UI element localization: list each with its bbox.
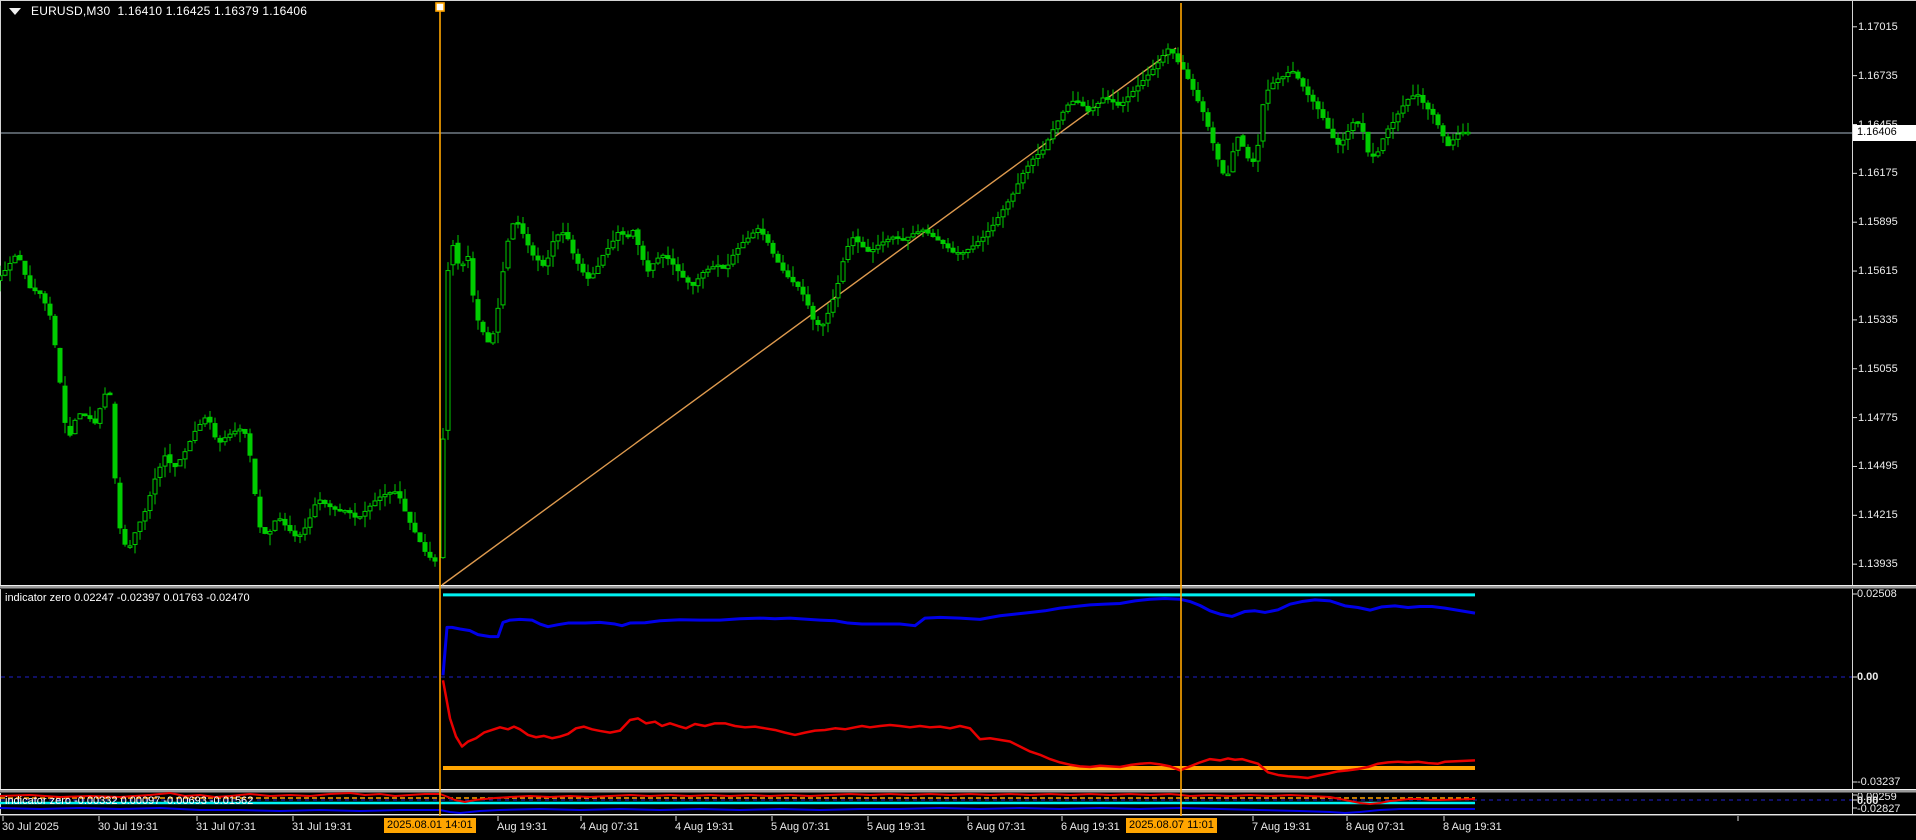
indicator1-label: indicator zero 0.02247 -0.02397 0.01763 … xyxy=(5,592,250,604)
ohlc-values: 1.16410 1.16425 1.16379 1.16406 xyxy=(117,4,308,18)
chart-title: EURUSD,M30 1.16410 1.16425 1.16379 1.164… xyxy=(31,4,307,18)
candles xyxy=(0,43,1471,567)
pane-separator-1[interactable] xyxy=(0,585,1916,589)
window-top-border xyxy=(0,0,1916,1)
pane-separator-2[interactable] xyxy=(0,789,1916,793)
indicator2-blue-line xyxy=(0,806,1475,815)
window-left-border xyxy=(0,0,1,816)
symbol-dropdown-icon[interactable] xyxy=(9,7,21,15)
indicator1-red-line xyxy=(441,680,1476,780)
time-axis-border-shadow xyxy=(0,815,1916,816)
indicator2-label: indicator zero -0.00332 0.00097 -0.00693… xyxy=(5,795,254,807)
axis-left-border xyxy=(1852,0,1853,816)
time-axis-highlight[interactable]: 2025.08.07 11:01 xyxy=(1126,818,1217,833)
indicator1-blue-line xyxy=(441,597,1476,676)
current-price-box: 1.16406 xyxy=(1853,125,1916,141)
vertical-line-1[interactable] xyxy=(435,2,445,816)
trend-line[interactable] xyxy=(441,47,1177,586)
chart-canvas xyxy=(0,0,1916,821)
mt4-chart-window: EURUSD,M30 1.16410 1.16425 1.16379 1.164… xyxy=(0,0,1916,840)
time-axis-highlight[interactable]: 2025.08.01 14:01 xyxy=(384,818,476,833)
symbol-period: EURUSD,M30 xyxy=(31,4,111,18)
vline-selection-handle[interactable] xyxy=(435,2,445,12)
time-axis-border xyxy=(0,814,1916,815)
chart-title-bar: EURUSD,M30 1.16410 1.16425 1.16379 1.164… xyxy=(0,2,307,20)
